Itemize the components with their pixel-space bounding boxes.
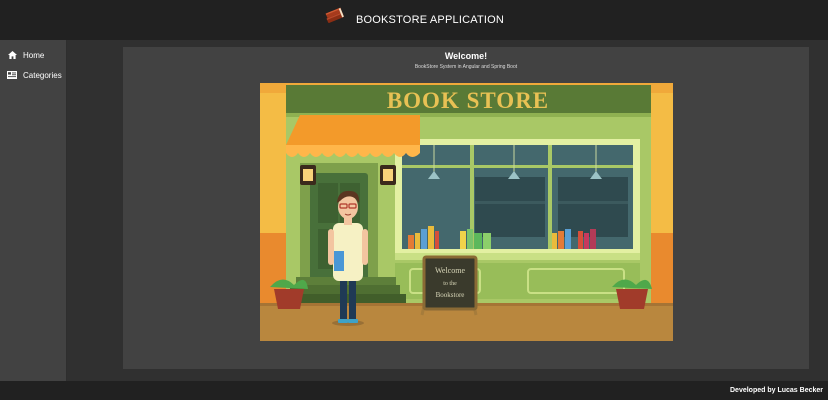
board-line-2: to the: [443, 281, 457, 287]
brand: BOOKSTORE APPLICATION: [324, 7, 504, 34]
board-line-1: Welcome: [435, 266, 465, 275]
main-content: Welcome! BookStore System in Angular and…: [67, 40, 828, 381]
app-header: BOOKSTORE APPLICATION: [0, 0, 828, 40]
sidebar-item-home[interactable]: Home: [0, 45, 66, 65]
sidebar: Home Categories: [0, 40, 67, 381]
book-stack-icon: [324, 7, 348, 34]
sidebar-item-label: Categories: [23, 70, 62, 80]
home-icon: [7, 50, 17, 60]
page-title: Welcome!: [444, 51, 488, 61]
footer-credit: Developed by Lucas Becker: [730, 387, 823, 394]
app-title: BOOKSTORE APPLICATION: [355, 14, 505, 26]
bookstore-illustration: BOOK STORE Welcome to the Bookstore: [260, 83, 673, 341]
welcome-card: Welcome! BookStore System in Angular and…: [123, 47, 809, 369]
store-sign: BOOK STORE: [387, 88, 549, 113]
board-line-3: Bookstore: [436, 291, 465, 299]
app-footer: Developed by Lucas Becker: [0, 381, 828, 400]
category-icon: [7, 70, 17, 80]
sidebar-item-label: Home: [23, 50, 45, 60]
sidebar-item-categories[interactable]: Categories: [0, 65, 66, 85]
page-subtitle: BookStore System in Angular and Spring B…: [414, 64, 518, 70]
